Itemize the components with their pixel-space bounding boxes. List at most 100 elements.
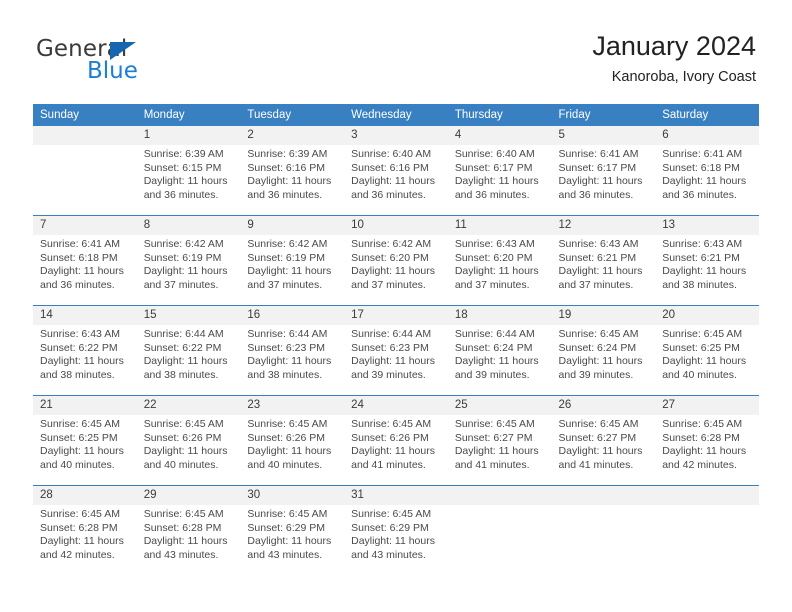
sunrise-text: Sunrise: 6:44 AM <box>351 328 432 340</box>
calendar-day-cell[interactable]: 22 Sunrise: 6:45 AM Sunset: 6:26 PM Dayligh… <box>136 395 241 486</box>
day-cell-inner <box>33 126 137 215</box>
calendar-day-cell[interactable]: 10 Sunrise: 6:42 AM Sunset: 6:20 PM Dayligh… <box>344 215 448 306</box>
calendar-day-cell[interactable]: 1 Sunrise: 6:39 AM Sunset: 6:15 PM Daylight… <box>136 126 241 216</box>
calendar-day-cell[interactable]: 19 Sunrise: 6:45 AM Sunset: 6:24 PM Dayligh… <box>551 305 656 396</box>
day-details: Sunrise: 6:45 AM Sunset: 6:26 PM Daylight:… <box>344 415 448 472</box>
sunrise-text: Sunrise: 6:43 AM <box>40 328 120 340</box>
day-cell-inner <box>551 486 656 575</box>
day-details: Sunrise: 6:43 AM Sunset: 6:21 PM Daylight:… <box>655 235 759 292</box>
calendar-day-cell[interactable]: 25 Sunrise: 6:45 AM Sunset: 6:27 PM Dayligh… <box>447 395 552 486</box>
calendar-empty-cell <box>655 485 759 575</box>
day-number: 13 <box>655 216 759 235</box>
day-cell-inner: 25 Sunrise: 6:45 AM Sunset: 6:27 PM Dayligh… <box>447 396 552 485</box>
sunrise-text: Sunrise: 6:42 AM <box>143 238 224 250</box>
calendar-day-cell[interactable]: 18 Sunrise: 6:44 AM Sunset: 6:24 PM Dayligh… <box>447 305 552 396</box>
day-number: 23 <box>240 396 345 415</box>
day-details: Sunrise: 6:41 AM Sunset: 6:18 PM Daylight:… <box>655 145 759 202</box>
day-number: 15 <box>136 306 241 325</box>
calendar-day-cell[interactable]: 21 Sunrise: 6:45 AM Sunset: 6:25 PM Dayligh… <box>33 395 137 486</box>
calendar-day-cell[interactable]: 9 Sunrise: 6:42 AM Sunset: 6:19 PM Daylight… <box>240 215 345 306</box>
daylight-text-line1: Daylight: 11 hours <box>454 175 539 188</box>
calendar-day-cell[interactable]: 28 Sunrise: 6:45 AM Sunset: 6:28 PM Dayligh… <box>33 485 137 575</box>
day-details: Sunrise: 6:44 AM Sunset: 6:24 PM Daylight:… <box>448 325 552 382</box>
calendar-day-cell[interactable]: 2 Sunrise: 6:39 AM Sunset: 6:16 PM Daylight… <box>240 126 345 216</box>
day-details: Sunrise: 6:40 AM Sunset: 6:17 PM Daylight:… <box>448 145 552 202</box>
general-blue-logo[interactable]: General Blue <box>36 36 236 84</box>
calendar-day-cell[interactable]: 23 Sunrise: 6:45 AM Sunset: 6:26 PM Dayligh… <box>240 395 345 486</box>
calendar-day-cell[interactable]: 31 Sunrise: 6:45 AM Sunset: 6:29 PM Dayligh… <box>344 485 448 575</box>
day-number: 16 <box>240 306 345 325</box>
daylight-text-line2: and 37 minutes. <box>454 278 530 291</box>
day-cell-inner: 11 Sunrise: 6:43 AM Sunset: 6:20 PM Dayligh… <box>447 216 552 305</box>
day-number: 14 <box>33 306 137 325</box>
daylight-text-line2: and 38 minutes. <box>40 368 115 381</box>
day-number: 6 <box>655 126 759 145</box>
calendar-header-row: Sunday Monday Tuesday Wednesday Thursday… <box>33 104 759 126</box>
daylight-text-line1: Daylight: 11 hours <box>662 175 747 188</box>
calendar-empty-cell <box>33 126 137 216</box>
day-cell-inner: 19 Sunrise: 6:45 AM Sunset: 6:24 PM Dayligh… <box>551 306 656 395</box>
sunset-text: Sunset: 6:27 PM <box>454 431 533 444</box>
calendar-day-cell[interactable]: 27 Sunrise: 6:45 AM Sunset: 6:28 PM Dayligh… <box>655 395 759 486</box>
daylight-text-line1: Daylight: 11 hours <box>247 265 332 278</box>
day-details: Sunrise: 6:45 AM Sunset: 6:26 PM Daylight:… <box>137 415 241 472</box>
calendar-day-cell[interactable]: 12 Sunrise: 6:43 AM Sunset: 6:21 PM Dayligh… <box>551 215 656 306</box>
daylight-text-line1: Daylight: 11 hours <box>247 355 332 368</box>
daylight-text-line1: Daylight: 11 hours <box>40 535 124 548</box>
calendar-day-cell[interactable]: 8 Sunrise: 6:42 AM Sunset: 6:19 PM Daylight… <box>136 215 241 306</box>
daylight-text-line1: Daylight: 11 hours <box>40 355 124 368</box>
calendar-week-row: 14 Sunrise: 6:43 AM Sunset: 6:22 PM Dayligh… <box>33 305 759 396</box>
calendar-day-cell[interactable]: 13 Sunrise: 6:43 AM Sunset: 6:21 PM Dayligh… <box>655 215 759 306</box>
daylight-text-line2: and 40 minutes. <box>40 458 115 471</box>
daylight-text-line2: and 38 minutes. <box>247 368 323 381</box>
sunset-text: Sunset: 6:24 PM <box>558 341 637 354</box>
calendar-empty-cell <box>447 485 552 575</box>
title-block: January 2024 Kanoroba, Ivory Coast <box>592 30 756 86</box>
day-number: 5 <box>551 126 656 145</box>
day-details: Sunrise: 6:43 AM Sunset: 6:20 PM Daylight:… <box>448 235 552 292</box>
daylight-text-line1: Daylight: 11 hours <box>143 445 228 458</box>
day-cell-inner: 21 Sunrise: 6:45 AM Sunset: 6:25 PM Dayligh… <box>33 396 137 485</box>
weekday-header-friday: Friday <box>551 104 656 126</box>
weekday-header-tuesday: Tuesday <box>240 104 345 126</box>
calendar-day-cell[interactable]: 16 Sunrise: 6:44 AM Sunset: 6:23 PM Dayligh… <box>240 305 345 396</box>
daylight-text-line1: Daylight: 11 hours <box>351 355 435 368</box>
weekday-header-sunday: Sunday <box>33 104 137 126</box>
calendar-day-cell[interactable]: 14 Sunrise: 6:43 AM Sunset: 6:22 PM Dayligh… <box>33 305 137 396</box>
day-cell-inner <box>655 486 759 575</box>
day-number: 10 <box>344 216 448 235</box>
calendar-day-cell[interactable]: 5 Sunrise: 6:41 AM Sunset: 6:17 PM Daylight… <box>551 126 656 216</box>
sunrise-text: Sunrise: 6:42 AM <box>351 238 432 250</box>
day-number: 17 <box>344 306 448 325</box>
day-number: 24 <box>344 396 448 415</box>
sunrise-text: Sunrise: 6:45 AM <box>40 418 120 430</box>
calendar-day-cell[interactable]: 20 Sunrise: 6:45 AM Sunset: 6:25 PM Dayligh… <box>655 305 759 396</box>
day-details: Sunrise: 6:44 AM Sunset: 6:23 PM Daylight:… <box>344 325 448 382</box>
sunrise-text: Sunrise: 6:45 AM <box>247 508 328 520</box>
calendar-day-cell[interactable]: 29 Sunrise: 6:45 AM Sunset: 6:28 PM Dayligh… <box>136 485 241 575</box>
calendar-day-cell[interactable]: 17 Sunrise: 6:44 AM Sunset: 6:23 PM Dayligh… <box>344 305 448 396</box>
sunset-text: Sunset: 6:21 PM <box>558 251 637 264</box>
day-number <box>33 126 137 145</box>
weekday-header-wednesday: Wednesday <box>344 104 448 126</box>
calendar-day-cell[interactable]: 6 Sunrise: 6:41 AM Sunset: 6:18 PM Daylight… <box>655 126 759 216</box>
calendar-day-cell[interactable]: 4 Sunrise: 6:40 AM Sunset: 6:17 PM Daylight… <box>447 126 552 216</box>
calendar-day-cell[interactable]: 7 Sunrise: 6:41 AM Sunset: 6:18 PM Daylight… <box>33 215 137 306</box>
sunrise-text: Sunrise: 6:45 AM <box>143 418 224 430</box>
calendar-empty-cell <box>551 485 656 575</box>
calendar-day-cell[interactable]: 24 Sunrise: 6:45 AM Sunset: 6:26 PM Dayligh… <box>344 395 448 486</box>
calendar-day-cell[interactable]: 3 Sunrise: 6:40 AM Sunset: 6:16 PM Daylight… <box>344 126 448 216</box>
daylight-text-line2: and 37 minutes. <box>143 278 219 291</box>
calendar-day-cell[interactable]: 30 Sunrise: 6:45 AM Sunset: 6:29 PM Dayligh… <box>240 485 345 575</box>
daylight-text-line1: Daylight: 11 hours <box>247 175 332 188</box>
calendar-day-cell[interactable]: 15 Sunrise: 6:44 AM Sunset: 6:22 PM Dayligh… <box>136 305 241 396</box>
day-details: Sunrise: 6:45 AM Sunset: 6:28 PM Daylight:… <box>137 505 241 562</box>
daylight-text-line1: Daylight: 11 hours <box>351 175 435 188</box>
daylight-text-line2: and 36 minutes. <box>558 188 634 201</box>
calendar-day-cell[interactable]: 11 Sunrise: 6:43 AM Sunset: 6:20 PM Dayligh… <box>447 215 552 306</box>
calendar-day-cell[interactable]: 26 Sunrise: 6:45 AM Sunset: 6:27 PM Dayligh… <box>551 395 656 486</box>
sunrise-text: Sunrise: 6:43 AM <box>662 238 743 250</box>
sunset-text: Sunset: 6:25 PM <box>662 341 740 354</box>
day-details: Sunrise: 6:42 AM Sunset: 6:19 PM Daylight:… <box>240 235 344 292</box>
daylight-text-line2: and 39 minutes. <box>351 368 426 381</box>
